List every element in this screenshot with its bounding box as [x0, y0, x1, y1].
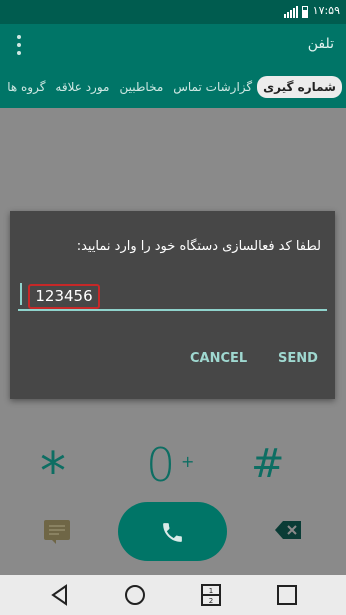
tab-contacts[interactable]: مخاطبین	[114, 80, 168, 94]
cancel-button[interactable]: CANCEL	[190, 351, 247, 366]
plus-label: +	[181, 452, 195, 471]
more-vert-icon[interactable]	[16, 35, 22, 55]
activation-code-field[interactable]: 123456	[18, 281, 327, 311]
hash-key[interactable]: #	[251, 444, 285, 484]
svg-text:1: 1	[209, 587, 213, 595]
dual-window-icon[interactable]: 1 2	[199, 583, 223, 607]
dialer-actions	[0, 500, 346, 565]
battery-icon	[302, 6, 308, 18]
app-title: تلفن	[307, 36, 334, 52]
tab-call-logs[interactable]: گزارشات تماس	[168, 80, 257, 94]
home-icon[interactable]	[123, 583, 147, 607]
status-time: ۱۷:۵۹	[312, 4, 340, 17]
message-icon[interactable]	[44, 520, 70, 544]
text-caret	[20, 283, 22, 305]
send-button[interactable]: SEND	[278, 351, 318, 366]
star-key[interactable]: *	[40, 446, 66, 498]
tab-groups[interactable]: گروه ها	[2, 80, 50, 94]
tab-dialer[interactable]: شماره گیری	[257, 76, 342, 98]
dialpad-row: * 0 + #	[0, 440, 346, 498]
backspace-icon[interactable]	[275, 521, 301, 539]
signal-icon	[284, 6, 298, 18]
back-icon[interactable]	[48, 583, 72, 607]
recents-icon[interactable]	[275, 583, 299, 607]
dialog-message: لطفا کد فعالسازی دستگاه خود را وارد نمای…	[76, 239, 321, 254]
svg-text:2: 2	[209, 597, 213, 605]
status-bar: ۱۷:۵۹	[0, 0, 346, 24]
tab-favorites[interactable]: مورد علاقه	[50, 80, 114, 94]
phone-icon	[163, 523, 182, 542]
navigation-bar: 1 2	[0, 575, 346, 615]
app-bar: تلفن	[0, 24, 346, 66]
tab-bar: شماره گیری گزارشات تماس مخاطبین مورد علا…	[0, 66, 346, 108]
activation-dialog: لطفا کد فعالسازی دستگاه خود را وارد نمای…	[10, 211, 335, 399]
activation-code-value[interactable]: 123456	[28, 284, 100, 309]
zero-key[interactable]: 0	[146, 442, 175, 488]
call-button[interactable]	[118, 502, 227, 561]
